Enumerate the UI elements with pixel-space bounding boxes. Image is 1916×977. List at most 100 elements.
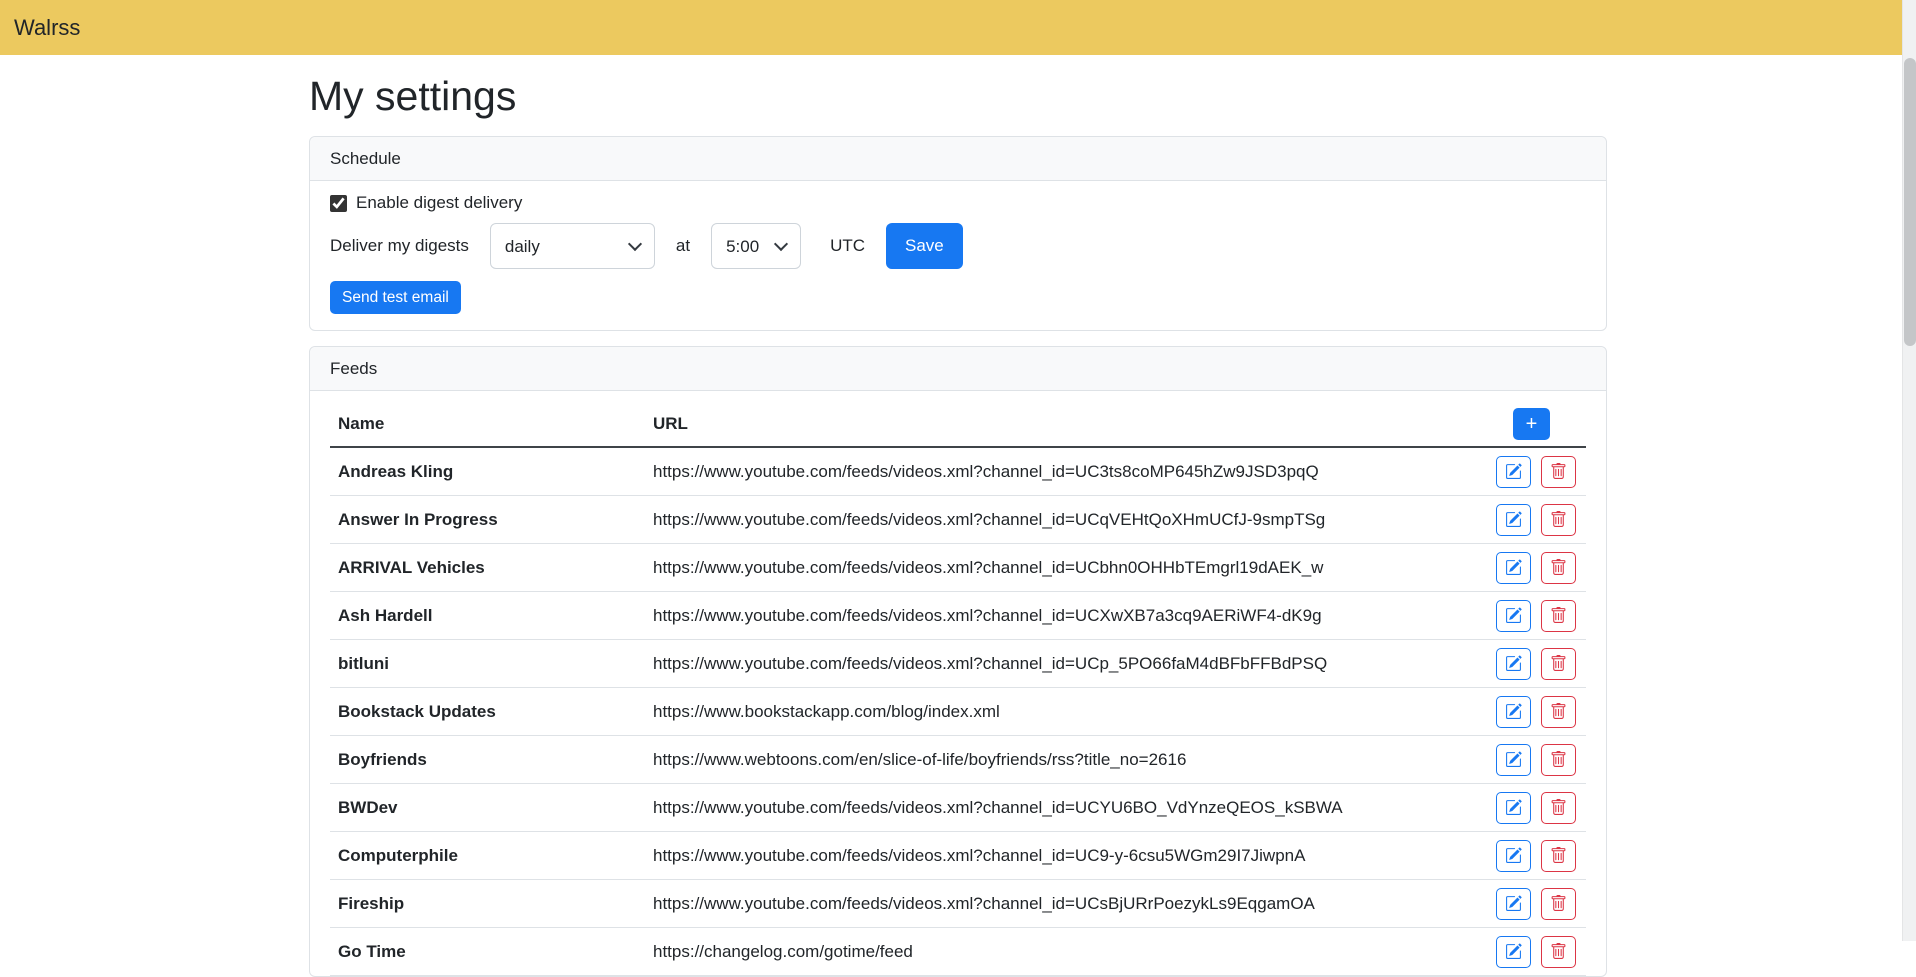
feed-url-cell: https://www.youtube.com/feeds/videos.xml… [645,640,1416,688]
edit-feed-button[interactable] [1496,840,1531,872]
feed-name-cell: Ash Hardell [330,592,645,640]
deliver-digests-label: Deliver my digests [330,236,469,256]
delete-feed-button[interactable] [1541,888,1576,920]
trash-icon [1550,847,1567,864]
edit-feed-button[interactable] [1496,936,1531,968]
time-select[interactable]: 5:00 [711,223,801,269]
frequency-select-wrap: daily [490,223,655,269]
feeds-card-body: Name URL + Andreas Kling https://www.you… [310,391,1606,976]
brand-link[interactable]: Walrss [14,15,80,41]
feed-url-cell: https://www.youtube.com/feeds/videos.xml… [645,880,1416,928]
trash-icon [1550,895,1567,912]
trash-icon [1550,943,1567,960]
feed-url-cell: https://changelog.com/gotime/feed [645,928,1416,976]
feed-actions-cell [1416,592,1586,640]
schedule-card-body: Enable digest delivery Deliver my digest… [310,181,1606,330]
schedule-card: Schedule Enable digest delivery Deliver … [309,136,1607,331]
edit-feed-button[interactable] [1496,552,1531,584]
pencil-square-icon [1505,511,1522,528]
table-row: Answer In Progress https://www.youtube.c… [330,496,1586,544]
feed-actions-cell [1416,688,1586,736]
feed-actions-cell [1416,496,1586,544]
add-feed-button[interactable]: + [1513,408,1550,440]
table-row: Andreas Kling https://www.youtube.com/fe… [330,447,1586,496]
edit-feed-button[interactable] [1496,696,1531,728]
table-row: Boyfriends https://www.webtoons.com/en/s… [330,736,1586,784]
feed-name-cell: Answer In Progress [330,496,645,544]
feeds-header-row: Name URL + [330,401,1586,447]
delete-feed-button[interactable] [1541,696,1576,728]
edit-feed-button[interactable] [1496,456,1531,488]
delete-feed-button[interactable] [1541,600,1576,632]
feeds-table: Name URL + Andreas Kling https://www.you… [330,401,1586,976]
edit-feed-button[interactable] [1496,648,1531,680]
pencil-square-icon [1505,463,1522,480]
send-test-email-button[interactable]: Send test email [330,281,461,314]
delete-feed-button[interactable] [1541,552,1576,584]
trash-icon [1550,559,1567,576]
feed-name-cell: BWDev [330,784,645,832]
feed-url-cell: https://www.bookstackapp.com/blog/index.… [645,688,1416,736]
pencil-square-icon [1505,799,1522,816]
pencil-square-icon [1505,655,1522,672]
table-row: BWDev https://www.youtube.com/feeds/vide… [330,784,1586,832]
edit-feed-button[interactable] [1496,504,1531,536]
trash-icon [1550,799,1567,816]
pencil-square-icon [1505,703,1522,720]
save-button[interactable]: Save [886,223,963,269]
pencil-square-icon [1505,895,1522,912]
vertical-scrollbar[interactable] [1902,0,1916,941]
feed-url-cell: https://www.youtube.com/feeds/videos.xml… [645,784,1416,832]
delete-feed-button[interactable] [1541,840,1576,872]
schedule-card-header: Schedule [310,137,1606,181]
feed-name-cell: Boyfriends [330,736,645,784]
enable-digest-checkbox[interactable] [330,195,347,212]
delete-feed-button[interactable] [1541,744,1576,776]
table-row: ARRIVAL Vehicles https://www.youtube.com… [330,544,1586,592]
edit-feed-button[interactable] [1496,600,1531,632]
feed-name-cell: Fireship [330,880,645,928]
table-row: bitluni https://www.youtube.com/feeds/vi… [330,640,1586,688]
pencil-square-icon [1505,751,1522,768]
delete-feed-button[interactable] [1541,792,1576,824]
time-select-wrap: 5:00 [711,223,801,269]
trash-icon [1550,703,1567,720]
page-title: My settings [309,73,1607,120]
column-header-name: Name [330,401,645,447]
delete-feed-button[interactable] [1541,936,1576,968]
trash-icon [1550,511,1567,528]
feed-name-cell: Go Time [330,928,645,976]
table-row: Bookstack Updates https://www.bookstacka… [330,688,1586,736]
column-header-url: URL [645,401,1416,447]
feed-name-cell: Computerphile [330,832,645,880]
plus-icon: + [1526,414,1538,434]
feed-name-cell: Bookstack Updates [330,688,645,736]
delete-feed-button[interactable] [1541,456,1576,488]
edit-feed-button[interactable] [1496,744,1531,776]
scrollbar-thumb[interactable] [1904,58,1916,346]
delete-feed-button[interactable] [1541,648,1576,680]
feeds-card-header: Feeds [310,347,1606,391]
feed-url-cell: https://www.youtube.com/feeds/videos.xml… [645,447,1416,496]
feeds-card: Feeds Name URL + Andreas Kling https://w… [309,346,1607,977]
feed-actions-cell [1416,832,1586,880]
feed-actions-cell [1416,880,1586,928]
delete-feed-button[interactable] [1541,504,1576,536]
table-row: Fireship https://www.youtube.com/feeds/v… [330,880,1586,928]
feed-name-cell: Andreas Kling [330,447,645,496]
column-header-actions: + [1416,401,1586,447]
pencil-square-icon [1505,607,1522,624]
feed-url-cell: https://www.youtube.com/feeds/videos.xml… [645,592,1416,640]
edit-feed-button[interactable] [1496,792,1531,824]
table-row: Computerphile https://www.youtube.com/fe… [330,832,1586,880]
feed-actions-cell [1416,544,1586,592]
edit-feed-button[interactable] [1496,888,1531,920]
pencil-square-icon [1505,559,1522,576]
frequency-select[interactable]: daily [490,223,655,269]
enable-digest-row[interactable]: Enable digest delivery [330,193,522,213]
at-label: at [676,236,690,256]
feed-actions-cell [1416,784,1586,832]
trash-icon [1550,655,1567,672]
pencil-square-icon [1505,847,1522,864]
feed-url-cell: https://www.youtube.com/feeds/videos.xml… [645,832,1416,880]
